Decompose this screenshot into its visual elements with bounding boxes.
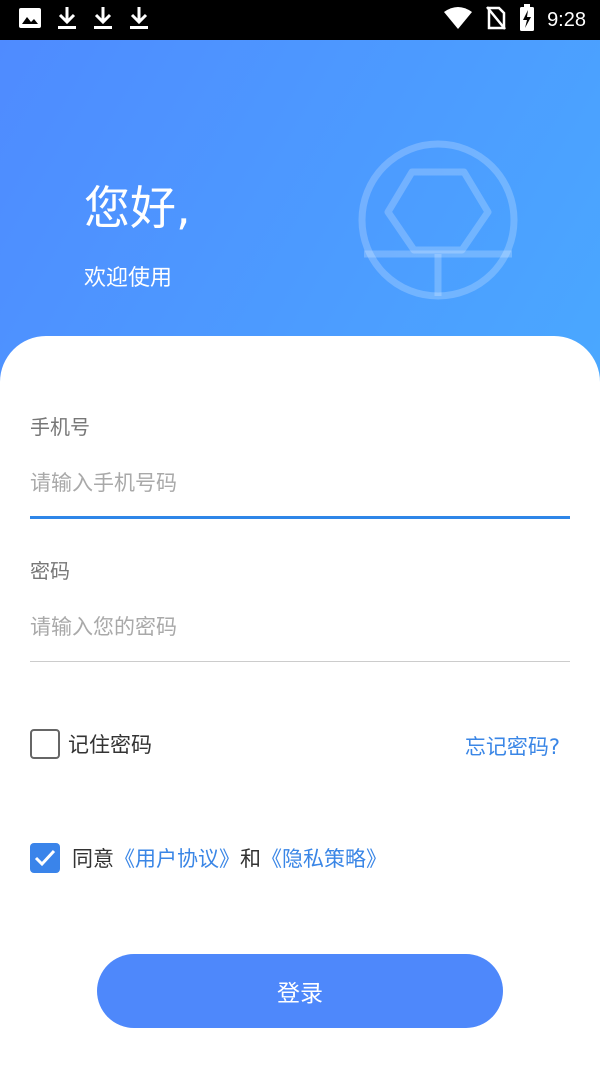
image-icon <box>18 7 42 33</box>
notification-icons <box>18 5 150 35</box>
download-icon <box>56 5 78 35</box>
download-icon <box>128 5 150 35</box>
agree-prefix: 同意 <box>72 847 114 871</box>
agreement-row: 同意《用户协议》和《隐私策略》 <box>30 843 387 873</box>
system-icons: 9:28 <box>443 4 586 36</box>
battery-charging-icon <box>519 4 535 36</box>
watermark-logo-icon <box>356 138 520 302</box>
agree-checkbox[interactable] <box>30 843 60 873</box>
remember-password-option[interactable]: 记住密码 <box>30 729 152 759</box>
phone-underline <box>30 516 570 519</box>
password-underline <box>30 661 570 662</box>
privacy-policy-link[interactable]: 《隐私策略》 <box>261 847 387 871</box>
user-agreement-link[interactable]: 《用户协议》 <box>114 847 240 871</box>
remember-label: 记住密码 <box>68 733 152 757</box>
phone-input[interactable] <box>30 463 570 503</box>
download-icon <box>92 5 114 35</box>
agreement-text: 同意《用户协议》和《隐私策略》 <box>72 843 387 873</box>
remember-checkbox[interactable] <box>30 729 60 759</box>
status-bar: 9:28 <box>0 0 600 40</box>
no-sim-icon <box>485 5 507 35</box>
forgot-password-link[interactable]: 忘记密码? <box>465 731 560 761</box>
login-button[interactable]: 登录 <box>97 954 503 1028</box>
greeting-title: 您好, <box>84 181 191 235</box>
agree-conjunction: 和 <box>240 847 261 871</box>
clock: 9:28 <box>547 8 586 31</box>
wifi-icon <box>443 6 473 34</box>
password-label: 密码 <box>30 559 70 583</box>
phone-label: 手机号 <box>30 415 90 439</box>
welcome-subtitle: 欢迎使用 <box>84 266 173 291</box>
checkmark-icon <box>34 849 56 867</box>
password-input[interactable] <box>30 607 570 647</box>
